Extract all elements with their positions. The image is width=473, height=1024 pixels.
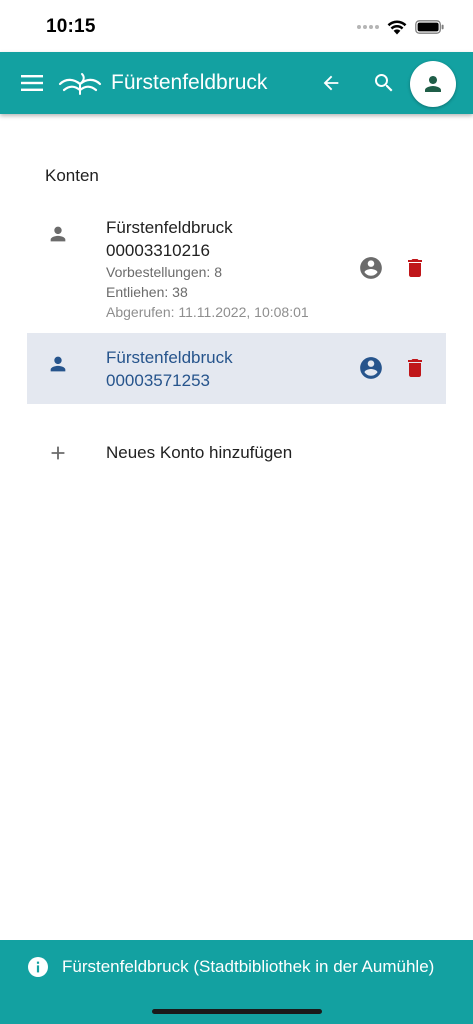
- app-bar: Fürstenfeldbruck: [0, 52, 473, 114]
- wifi-icon: [387, 20, 407, 35]
- select-account-button[interactable]: [355, 252, 387, 284]
- status-bar: 10:15: [0, 0, 473, 52]
- back-button[interactable]: [312, 64, 350, 102]
- section-title-accounts: Konten: [45, 166, 99, 185]
- account-number: 00003310216: [106, 241, 211, 260]
- battery-icon: [415, 20, 444, 34]
- arrow-back-icon: [323, 75, 339, 91]
- account-reservations: Vorbestellungen: 8: [106, 264, 222, 280]
- menu-button[interactable]: [14, 65, 50, 101]
- person-icon: [425, 76, 441, 92]
- account-name: Fürstenfeldbruck: [106, 348, 233, 367]
- menu-icon: [21, 75, 43, 91]
- account-loans: Entliehen: 38: [106, 284, 188, 300]
- account-number: 00003571253: [106, 371, 211, 390]
- app-title: Fürstenfeldbruck: [111, 71, 268, 94]
- trash-icon: [408, 359, 422, 377]
- account-details: Fürstenfeldbruck 00003310216 Vorbestellu…: [106, 216, 309, 322]
- add-account-button[interactable]: Neues Konto hinzufügen: [27, 430, 446, 476]
- add-account-label: Neues Konto hinzufügen: [106, 443, 293, 462]
- info-icon: [28, 957, 48, 977]
- person-icon: [50, 356, 66, 372]
- account-circle-icon: [360, 357, 382, 379]
- select-account-button[interactable]: [355, 352, 387, 384]
- snackbar-message: Fürstenfeldbruck (Stadtbibliothek in der…: [62, 957, 435, 976]
- person-icon: [50, 226, 66, 242]
- account-details: Fürstenfeldbruck 00003571253: [106, 346, 233, 392]
- status-time: 10:15: [46, 16, 96, 37]
- account-item[interactable]: Fürstenfeldbruck 00003310216 Vorbestellu…: [27, 206, 446, 328]
- account-name: Fürstenfeldbruck: [106, 218, 233, 237]
- delete-account-button[interactable]: [399, 252, 431, 284]
- status-icons: [357, 17, 445, 37]
- plus-icon: [51, 446, 65, 460]
- delete-account-button[interactable]: [399, 352, 431, 384]
- account-retrieved: Abgerufen: 11.11.2022, 10:08:01: [106, 304, 309, 320]
- home-indicator[interactable]: [152, 1009, 322, 1014]
- library-logo: [58, 73, 102, 95]
- account-item-selected[interactable]: Fürstenfeldbruck 00003571253: [27, 333, 446, 404]
- search-button[interactable]: [365, 64, 403, 102]
- signal-dots-icon: [357, 25, 379, 29]
- snackbar: Fürstenfeldbruck (Stadtbibliothek in der…: [0, 940, 473, 1024]
- account-circle-icon: [360, 257, 382, 279]
- search-icon: [375, 74, 393, 92]
- trash-icon: [408, 259, 422, 277]
- account-avatar-button[interactable]: [410, 61, 456, 107]
